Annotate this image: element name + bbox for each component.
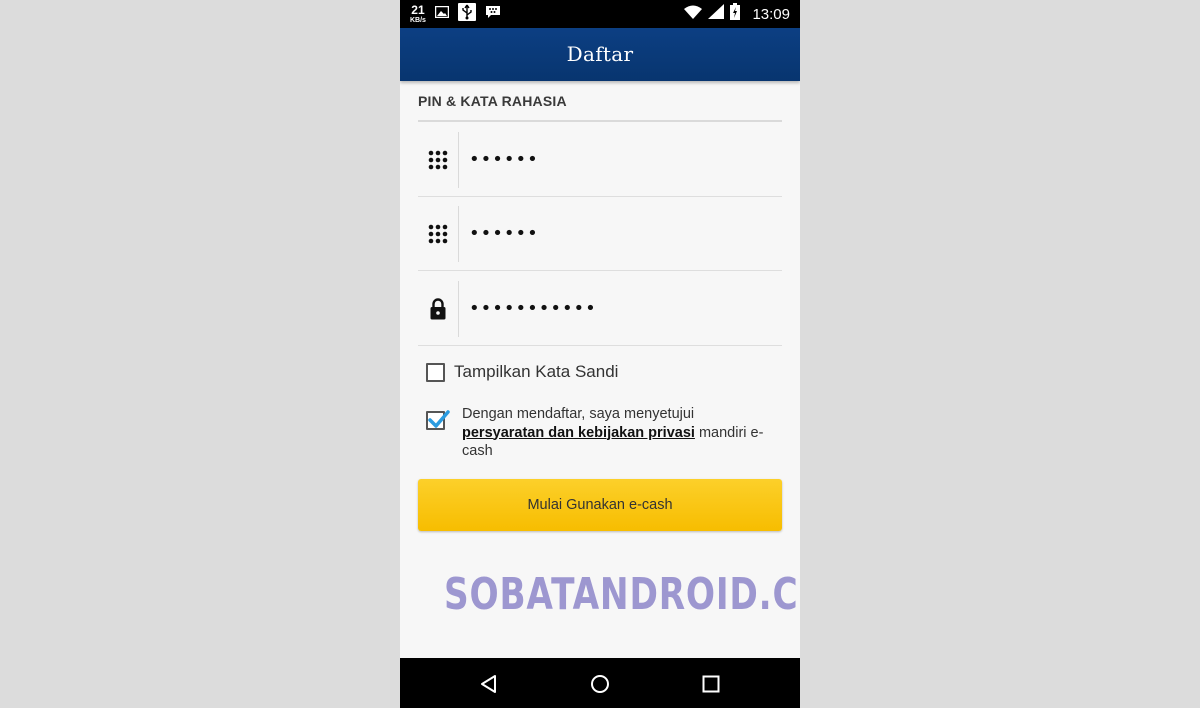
usb-icon — [457, 2, 476, 26]
bbm-chat-icon — [485, 5, 501, 24]
home-icon[interactable] — [587, 671, 613, 697]
show-password-option[interactable]: Tampilkan Kata Sandi — [426, 362, 618, 382]
navigation-bar — [400, 658, 800, 708]
app-bar: Daftar — [400, 28, 800, 81]
password-field[interactable]: ••••••••••• — [418, 271, 782, 346]
wifi-icon — [684, 5, 703, 24]
show-password-checkbox[interactable] — [426, 362, 445, 382]
keypad-icon — [418, 132, 459, 188]
back-icon[interactable] — [476, 671, 502, 697]
confirm-pin-input[interactable]: •••••• — [469, 196, 539, 270]
agreement-checkbox[interactable] — [426, 410, 450, 430]
password-input[interactable]: ••••••••••• — [469, 271, 597, 345]
agreement-text-before: Dengan mendaftar, saya menyetujui — [462, 406, 695, 422]
recent-apps-icon[interactable] — [698, 671, 724, 697]
cell-signal-icon — [708, 4, 725, 24]
battery-charging-icon — [730, 3, 741, 25]
terms-privacy-link[interactable]: persyaratan dan kebijakan privasi — [462, 425, 695, 441]
network-speed-value: 21 — [411, 3, 425, 17]
pin-input[interactable]: •••••• — [469, 122, 539, 196]
status-bar: 21 KB/s 13:09 — [400, 0, 800, 28]
status-system: 13:09 — [684, 0, 790, 28]
network-speed: 21 KB/s — [410, 4, 426, 24]
page-title: Daftar — [566, 42, 634, 66]
pin-field[interactable]: •••••• — [418, 122, 782, 197]
checkmark-icon — [428, 410, 450, 428]
watermark: SOBATANDROID.COM — [444, 569, 800, 620]
agreement-text: Dengan mendaftar, saya menyetujui persya… — [462, 405, 772, 461]
start-ecash-button[interactable]: Mulai Gunakan e-cash — [418, 479, 782, 531]
lock-icon — [418, 281, 459, 337]
status-clock: 13:09 — [752, 5, 790, 23]
image-icon — [434, 5, 450, 23]
network-speed-unit: KB/s — [410, 17, 426, 24]
status-notifications: 21 KB/s — [410, 2, 501, 26]
section-title: PIN & KATA RAHASIA — [418, 93, 567, 109]
phone-screen: 21 KB/s 13:09 Daftar PIN & KATA RAHASIA … — [400, 0, 800, 708]
show-password-label: Tampilkan Kata Sandi — [454, 362, 619, 381]
confirm-pin-field[interactable]: •••••• — [418, 196, 782, 271]
keypad-icon — [418, 206, 459, 262]
